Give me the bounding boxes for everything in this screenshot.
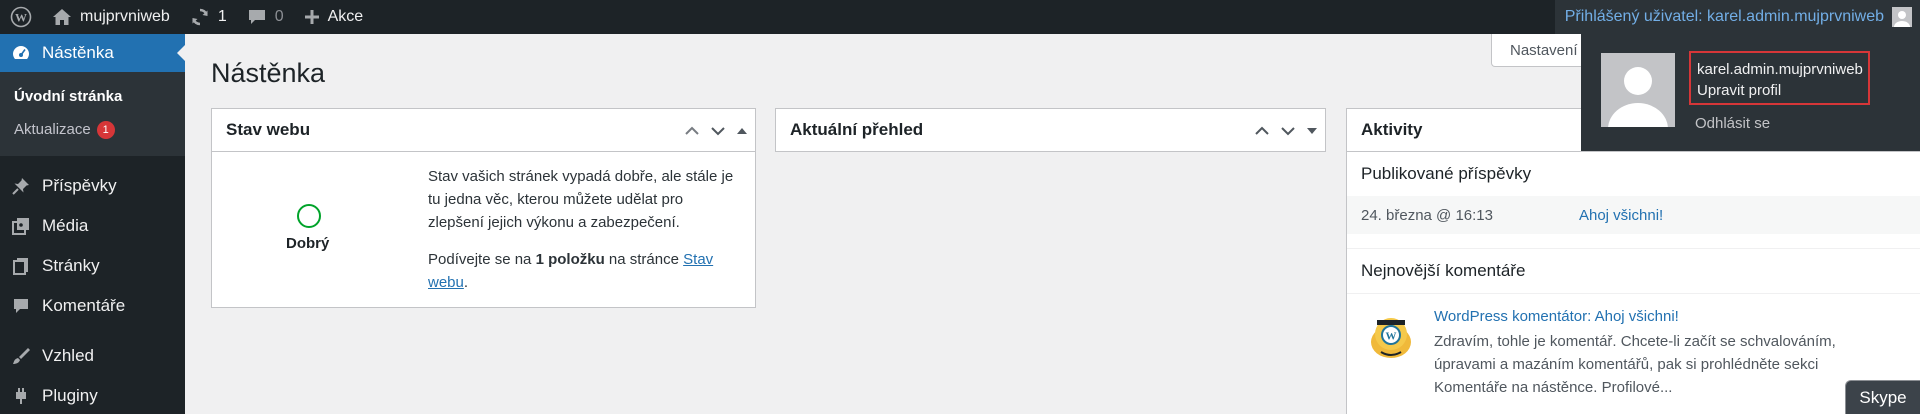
site-name-link[interactable]: mujprvniweb bbox=[42, 0, 180, 34]
menu-media-label: Média bbox=[42, 216, 89, 235]
paintbrush-icon bbox=[10, 345, 32, 367]
account-greeting: Přihlášený uživatel: karel.admin.mujprvn… bbox=[1564, 8, 1884, 25]
health-text-2-mid: na stránce bbox=[604, 251, 684, 268]
avatar-small bbox=[1892, 7, 1912, 27]
menu-posts-label: Příspěvky bbox=[42, 176, 117, 195]
comment-icon bbox=[10, 295, 32, 317]
menu-plugins-label: Pluginy bbox=[42, 386, 98, 405]
site-health-widget: Stav webu Dobrý Stav vašich stránek vypa… bbox=[211, 108, 756, 308]
menu-dashboard[interactable]: Nástěnka bbox=[0, 34, 185, 72]
new-content-label: Akce bbox=[327, 8, 364, 25]
wordpress-logo-button[interactable]: W bbox=[0, 0, 42, 34]
collapse-toggle-icon[interactable] bbox=[1305, 124, 1319, 138]
pages-icon bbox=[10, 255, 32, 277]
page-title: Nástěnka bbox=[211, 58, 326, 88]
account-dropdown: karel.admin.mujprvniweb Upravit profil O… bbox=[1581, 34, 1920, 151]
move-up-icon[interactable] bbox=[1253, 122, 1271, 140]
site-health-title: Stav webu bbox=[226, 120, 311, 139]
comment-bubble-icon bbox=[247, 8, 267, 26]
comment-meta-link[interactable]: WordPress komentátor: Ahoj všichni! bbox=[1434, 308, 1679, 325]
updates-icon bbox=[190, 7, 210, 27]
menu-plugins[interactable]: Pluginy bbox=[0, 376, 185, 414]
dashboard-icon bbox=[10, 42, 32, 64]
health-items-count: 1 položku bbox=[535, 251, 605, 268]
comments-count: 0 bbox=[274, 8, 284, 25]
updates-badge: 1 bbox=[96, 120, 115, 139]
commenter-avatar: W bbox=[1367, 312, 1415, 360]
edit-profile-link[interactable]: Upravit profil bbox=[1697, 80, 1868, 101]
activity-title: Aktivity bbox=[1361, 120, 1423, 139]
submenu-home[interactable]: Úvodní stránka bbox=[0, 80, 185, 113]
updates-link[interactable]: 1 bbox=[180, 0, 237, 34]
svg-text:W: W bbox=[1386, 331, 1397, 343]
admin-bar: W mujprvniweb 1 0 Akce Přihlášený uživat… bbox=[0, 0, 1920, 34]
avatar-large bbox=[1601, 53, 1675, 127]
account-username[interactable]: karel.admin.mujprvniweb bbox=[1697, 59, 1868, 80]
post-date: 24. března @ 16:13 bbox=[1361, 206, 1493, 224]
site-name: mujprvniweb bbox=[80, 8, 170, 25]
site-health-body: Dobrý Stav vašich stránek vypadá dobře, … bbox=[212, 152, 755, 307]
my-account-menu[interactable]: Přihlášený uživatel: karel.admin.mujprvn… bbox=[1554, 0, 1920, 34]
move-up-icon[interactable] bbox=[683, 122, 701, 140]
pushpin-icon bbox=[10, 175, 32, 197]
health-status-label: Dobrý bbox=[286, 235, 330, 252]
menu-comments[interactable]: Komentáře bbox=[0, 286, 185, 326]
comment-item: W WordPress komentátor: Ahoj všichni! Zd… bbox=[1347, 293, 1920, 403]
at-a-glance-widget: Aktuální přehled bbox=[775, 108, 1326, 152]
activity-widget: Aktivity Publikované příspěvky 24. březn… bbox=[1346, 108, 1920, 414]
home-icon bbox=[52, 8, 72, 26]
health-text-2-end: . bbox=[463, 274, 469, 291]
post-link[interactable]: Ahoj všichni! bbox=[1579, 207, 1663, 224]
dashboard-submenu: Úvodní stránka Aktualizace 1 bbox=[0, 72, 185, 156]
admin-sidebar: Nástěnka Úvodní stránka Aktualizace 1 Př… bbox=[0, 34, 185, 414]
health-text-2: Podívejte se na 1 položku na stránce Sta… bbox=[428, 248, 738, 294]
skype-button[interactable]: Skype bbox=[1845, 380, 1920, 414]
published-post-row: 24. března @ 16:13 Ahoj všichni! bbox=[1347, 196, 1920, 234]
media-icon bbox=[10, 215, 32, 237]
logout-link[interactable]: Odhlásit se bbox=[1695, 115, 1770, 132]
move-down-icon[interactable] bbox=[709, 122, 727, 140]
menu-pages-label: Stránky bbox=[42, 256, 100, 275]
menu-appearance[interactable]: Vzhled bbox=[0, 336, 185, 376]
submenu-updates-label: Aktualizace bbox=[14, 121, 91, 138]
menu-appearance-label: Vzhled bbox=[42, 346, 94, 365]
at-a-glance-header: Aktuální přehled bbox=[776, 109, 1325, 151]
menu-comments-label: Komentáře bbox=[42, 296, 126, 315]
menu-posts[interactable]: Příspěvky bbox=[0, 166, 185, 206]
menu-dashboard-label: Nástěnka bbox=[42, 43, 114, 62]
wordpress-icon: W bbox=[10, 6, 32, 28]
new-content-link[interactable]: Akce bbox=[294, 0, 374, 34]
updates-count: 1 bbox=[217, 8, 227, 25]
recent-comments-title: Nejnovější komentáře bbox=[1361, 261, 1526, 280]
plus-icon bbox=[304, 9, 320, 25]
highlight-box: karel.admin.mujprvniweb Upravit profil bbox=[1689, 51, 1870, 105]
collapse-toggle-icon[interactable] bbox=[735, 124, 749, 138]
health-text-2-pre: Podívejte se na bbox=[428, 251, 536, 268]
submenu-updates[interactable]: Aktualizace 1 bbox=[0, 113, 185, 146]
menu-media[interactable]: Média bbox=[0, 206, 185, 246]
published-posts-title: Publikované příspěvky bbox=[1361, 164, 1532, 183]
health-text-1: Stav vašich stránek vypadá dobře, ale st… bbox=[428, 168, 734, 231]
at-a-glance-title: Aktuální přehled bbox=[790, 120, 924, 139]
site-health-header: Stav webu bbox=[212, 109, 755, 152]
comment-text: Zdravím, tohle je komentář. Chcete-li za… bbox=[1434, 333, 1836, 396]
svg-text:W: W bbox=[15, 11, 27, 25]
submenu-home-label: Úvodní stránka bbox=[14, 88, 123, 105]
menu-pages[interactable]: Stránky bbox=[0, 246, 185, 286]
health-description: Stav vašich stránek vypadá dobře, ale st… bbox=[428, 165, 738, 294]
comments-link[interactable]: 0 bbox=[237, 0, 294, 34]
health-status-circle bbox=[297, 204, 321, 228]
move-down-icon[interactable] bbox=[1279, 122, 1297, 140]
plugin-icon bbox=[10, 385, 32, 407]
